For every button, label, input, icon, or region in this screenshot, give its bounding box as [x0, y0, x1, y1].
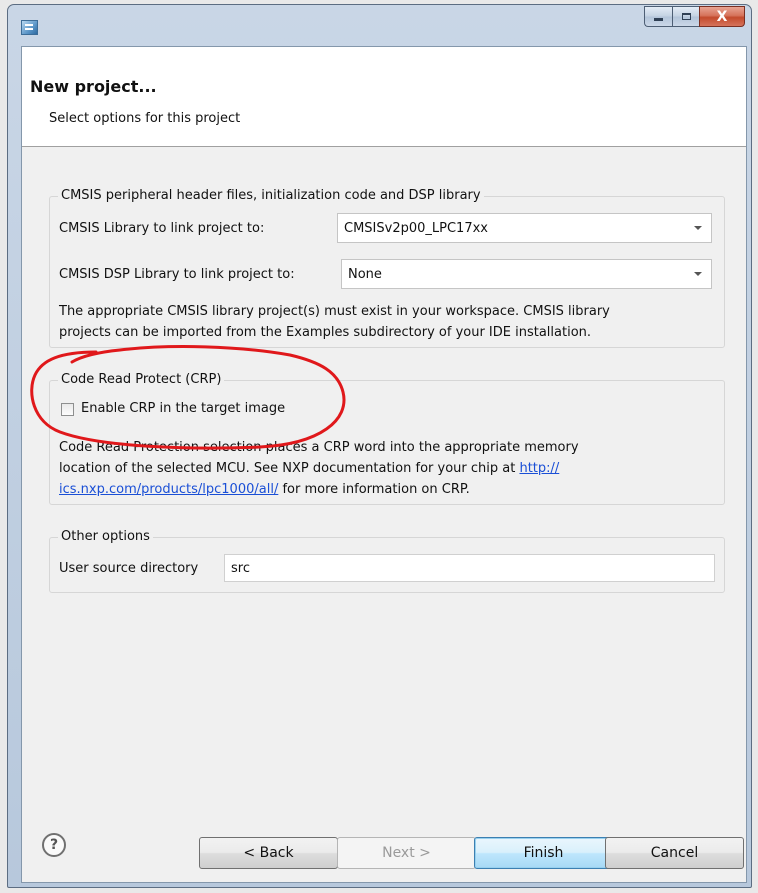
crp-description-line: location of the selected MCU. See NXP do…: [59, 458, 579, 479]
close-icon: X: [716, 8, 728, 25]
crp-description-text: location of the selected MCU. See NXP do…: [59, 461, 520, 476]
app-icon: [21, 20, 38, 35]
source-directory-value: src: [231, 560, 250, 576]
help-icon: ?: [49, 837, 59, 853]
close-button[interactable]: X: [699, 6, 745, 27]
cmsis-group: CMSIS peripheral header files, initializ…: [49, 188, 725, 348]
crp-description-text: for more information on CRP.: [278, 482, 470, 497]
next-button[interactable]: Next >: [337, 837, 476, 869]
minimize-button[interactable]: [644, 6, 672, 27]
title-bar[interactable]: X: [8, 5, 751, 45]
crp-description-line: Code Read Protection selection places a …: [59, 440, 579, 455]
cmsis-dsp-select[interactable]: None: [341, 259, 712, 289]
chevron-down-icon[interactable]: [685, 260, 711, 288]
finish-button[interactable]: Finish: [474, 837, 613, 869]
cmsis-library-select[interactable]: CMSISv2p00_LPC17xx: [337, 213, 712, 243]
nxp-docs-link[interactable]: http://: [519, 461, 559, 476]
cmsis-dsp-label: CMSIS DSP Library to link project to:: [59, 267, 295, 282]
source-directory-input[interactable]: src: [224, 554, 715, 582]
cmsis-group-legend: CMSIS peripheral header files, initializ…: [58, 188, 484, 203]
caption-buttons: X: [644, 6, 745, 27]
cmsis-note-line: The appropriate CMSIS library project(s)…: [59, 304, 610, 319]
maximize-button[interactable]: [672, 6, 699, 27]
cmsis-library-label: CMSIS Library to link project to:: [59, 221, 265, 236]
dialog-window: X New project... Select options for this…: [7, 4, 752, 888]
crp-group: Code Read Protect (CRP) Enable CRP in th…: [49, 372, 725, 505]
chevron-down-icon[interactable]: [685, 214, 711, 242]
page-subtitle: Select options for this project: [49, 111, 241, 126]
page-title: New project...: [30, 77, 157, 96]
cmsis-note: The appropriate CMSIS library project(s)…: [59, 301, 610, 343]
crp-group-legend: Code Read Protect (CRP): [58, 372, 225, 387]
cmsis-note-line: projects can be imported from the Exampl…: [59, 325, 592, 340]
source-directory-label: User source directory: [59, 561, 199, 576]
cancel-button[interactable]: Cancel: [605, 837, 744, 869]
enable-crp-label[interactable]: Enable CRP in the target image: [81, 401, 285, 416]
crp-description: Code Read Protection selection places a …: [59, 437, 579, 500]
dialog-client-area: New project... Select options for this p…: [21, 46, 747, 883]
other-options-group: Other options User source directory src: [49, 529, 725, 593]
cmsis-library-value: CMSISv2p00_LPC17xx: [344, 220, 488, 236]
wizard-header: New project... Select options for this p…: [22, 47, 746, 147]
nxp-docs-link[interactable]: ics.nxp.com/products/lpc1000/all/: [59, 482, 278, 497]
minimize-icon: [654, 18, 663, 21]
cmsis-dsp-value: None: [348, 266, 382, 282]
back-button[interactable]: < Back: [199, 837, 338, 869]
crp-description-line: ics.nxp.com/products/lpc1000/all/ for mo…: [59, 479, 579, 500]
other-options-legend: Other options: [58, 529, 153, 544]
help-button[interactable]: ?: [42, 833, 66, 857]
enable-crp-checkbox[interactable]: [61, 403, 74, 416]
maximize-icon: [681, 13, 691, 20]
